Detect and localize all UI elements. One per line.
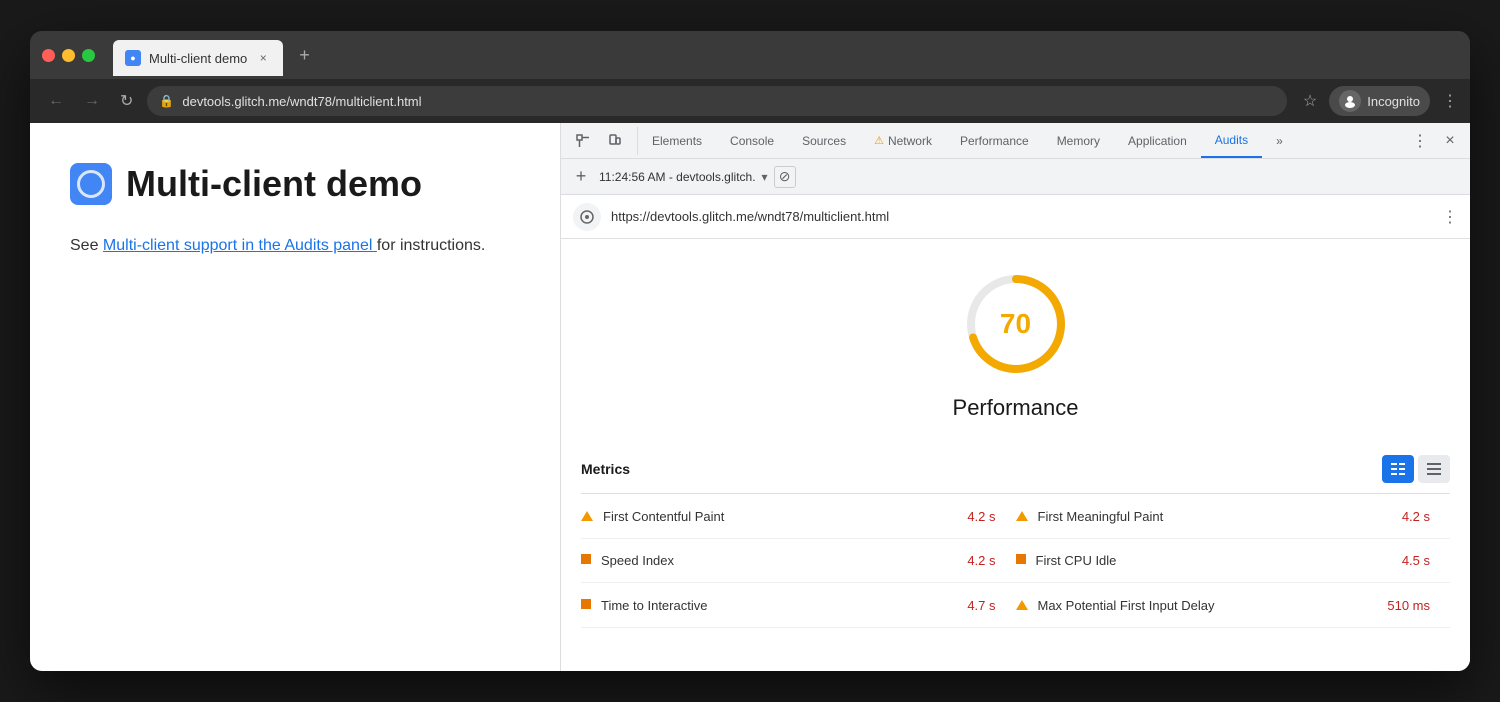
network-warning-icon: ⚠ — [874, 134, 884, 147]
devtools-tabs: Elements Console Sources ⚠ Network Perfo… — [638, 123, 1400, 158]
incognito-icon — [1339, 90, 1361, 112]
tti-label: Time to Interactive — [601, 598, 957, 613]
devtools-toolbar: Elements Console Sources ⚠ Network Perfo… — [561, 123, 1470, 159]
traffic-lights — [42, 49, 95, 62]
fci-value: 4.5 s — [1402, 553, 1450, 568]
close-traffic-light[interactable] — [42, 49, 55, 62]
fmp-label: First Meaningful Paint — [1038, 509, 1392, 524]
tti-value: 4.7 s — [967, 598, 1015, 613]
fcp-value: 4.2 s — [967, 509, 1015, 524]
score-number: 70 — [1000, 308, 1031, 340]
fci-label: First CPU Idle — [1036, 553, 1392, 568]
address-right-controls: ☆ Incognito ⋮ — [1303, 86, 1458, 116]
metric-speed-index: Speed Index 4.2 s — [581, 539, 1016, 583]
page-header: Multi-client demo — [70, 163, 520, 205]
back-button[interactable]: ← — [42, 88, 70, 114]
element-picker-button[interactable] — [569, 127, 597, 155]
tab-title: Multi-client demo — [149, 51, 247, 66]
audits-panel-link[interactable]: Multi-client support in the Audits panel — [103, 237, 377, 254]
fcp-warning-icon — [581, 508, 593, 524]
page-content: Multi-client demo See Multi-client suppo… — [30, 123, 560, 671]
score-circle: 70 — [961, 269, 1071, 379]
metrics-title: Metrics — [581, 461, 630, 477]
device-toolbar-button[interactable] — [601, 127, 629, 155]
fmp-value: 4.2 s — [1402, 509, 1450, 524]
audit-add-button[interactable]: + — [569, 165, 593, 189]
audit-block-button[interactable]: ⊘ — [774, 166, 796, 188]
maximize-traffic-light[interactable] — [82, 49, 95, 62]
tab-audits[interactable]: Audits — [1201, 123, 1262, 158]
tab-close-button[interactable]: × — [255, 50, 271, 66]
devtools-panel: Elements Console Sources ⚠ Network Perfo… — [560, 123, 1470, 671]
bookmark-button[interactable]: ☆ — [1303, 91, 1317, 111]
metrics-view-buttons — [1382, 455, 1450, 483]
forward-button[interactable]: → — [78, 88, 106, 114]
score-area: 70 Performance — [561, 239, 1470, 441]
metric-time-to-interactive: Time to Interactive 4.7 s — [581, 583, 1016, 628]
tab-sources[interactable]: Sources — [788, 123, 860, 158]
browser-window: ● Multi-client demo × + ← → ↻ 🔒 devtools… — [30, 31, 1470, 671]
metric-first-meaningful-paint: First Meaningful Paint 4.2 s — [1016, 494, 1451, 539]
tab-performance[interactable]: Performance — [946, 123, 1043, 158]
audit-url-icon — [573, 203, 601, 231]
audit-sub-toolbar: + 11:24:56 AM - devtools.glitch. ▾ ⊘ — [561, 159, 1470, 195]
address-field[interactable]: 🔒 devtools.glitch.me/wndt78/multiclient.… — [147, 86, 1286, 116]
tab-more[interactable]: » — [1262, 123, 1297, 158]
tab-console[interactable]: Console — [716, 123, 788, 158]
si-warning-icon — [581, 554, 591, 567]
tab-application[interactable]: Application — [1114, 123, 1201, 158]
address-bar: ← → ↻ 🔒 devtools.glitch.me/wndt78/multic… — [30, 79, 1470, 123]
browser-tab[interactable]: ● Multi-client demo × — [113, 40, 283, 76]
page-title: Multi-client demo — [126, 163, 422, 205]
fid-warning-icon — [1016, 597, 1028, 613]
page-description: See Multi-client support in the Audits p… — [70, 233, 520, 259]
description-prefix: See — [70, 237, 103, 254]
audit-timestamp: 11:24:56 AM - devtools.glitch. — [599, 170, 756, 184]
metrics-list-view-button[interactable] — [1418, 455, 1450, 483]
incognito-area[interactable]: Incognito — [1329, 86, 1430, 116]
devtools-overflow-button[interactable]: ⋮ — [1406, 127, 1434, 155]
audit-dropdown-button[interactable]: ▾ — [762, 170, 768, 184]
fid-value: 510 ms — [1387, 598, 1450, 613]
minimize-traffic-light[interactable] — [62, 49, 75, 62]
metrics-header: Metrics — [581, 441, 1450, 494]
refresh-button[interactable]: ↻ — [114, 87, 139, 115]
incognito-label: Incognito — [1367, 94, 1420, 109]
metrics-section: Metrics — [561, 441, 1470, 671]
score-label: Performance — [953, 395, 1079, 421]
tab-elements[interactable]: Elements — [638, 123, 716, 158]
tab-network[interactable]: ⚠ Network — [860, 123, 946, 158]
metric-max-potential-fid: Max Potential First Input Delay 510 ms — [1016, 583, 1451, 628]
description-suffix: for instructions. — [377, 237, 485, 254]
lock-icon: 🔒 — [159, 94, 174, 108]
title-bar: ● Multi-client demo × + — [30, 31, 1470, 79]
tab-favicon: ● — [125, 50, 141, 66]
tab-memory[interactable]: Memory — [1043, 123, 1114, 158]
metric-first-contentful-paint: First Contentful Paint 4.2 s — [581, 494, 1016, 539]
metrics-grid: First Contentful Paint 4.2 s First Meani… — [581, 494, 1450, 628]
new-tab-button[interactable]: + — [295, 41, 314, 70]
si-label: Speed Index — [601, 553, 957, 568]
audit-url-menu-button[interactable]: ⋮ — [1442, 207, 1458, 227]
browser-menu-button[interactable]: ⋮ — [1442, 91, 1458, 111]
main-content: Multi-client demo See Multi-client suppo… — [30, 123, 1470, 671]
metric-first-cpu-idle: First CPU Idle 4.5 s — [1016, 539, 1451, 583]
devtools-icons — [561, 127, 638, 155]
audit-url-text: https://devtools.glitch.me/wndt78/multic… — [611, 209, 1432, 224]
fmp-warning-icon — [1016, 508, 1028, 524]
devtools-close-button[interactable]: × — [1436, 127, 1464, 155]
tti-warning-icon — [581, 599, 591, 612]
page-icon — [70, 163, 112, 205]
audit-url-bar: https://devtools.glitch.me/wndt78/multic… — [561, 195, 1470, 239]
fcp-label: First Contentful Paint — [603, 509, 957, 524]
devtools-actions: ⋮ × — [1400, 127, 1470, 155]
address-text: devtools.glitch.me/wndt78/multiclient.ht… — [182, 94, 421, 109]
si-value: 4.2 s — [967, 553, 1015, 568]
metrics-grid-view-button[interactable] — [1382, 455, 1414, 483]
fid-label: Max Potential First Input Delay — [1038, 598, 1378, 613]
fci-warning-icon — [1016, 554, 1026, 567]
